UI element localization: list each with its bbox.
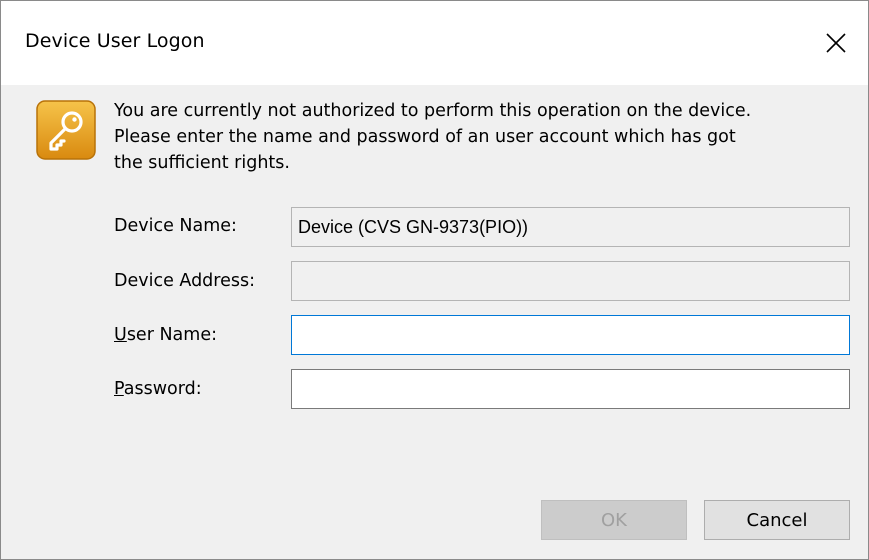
user-name-input[interactable] [291, 315, 850, 355]
device-address-field [291, 261, 850, 301]
user-name-mnemonic: U [114, 325, 127, 345]
password-mnemonic: P [114, 379, 124, 399]
device-name-field: Device (CVS GN-9373(PIO)) [291, 207, 850, 247]
close-button[interactable] [804, 11, 868, 75]
authorization-message: You are currently not authorized to perf… [114, 98, 854, 176]
message-line: the sufficient rights. [114, 153, 290, 173]
password-label-text: assword: [123, 379, 202, 399]
title-bar: Device User Logon [1, 1, 868, 85]
logon-dialog: Device User Logon You are currently not … [0, 0, 869, 560]
device-address-label: Device Address: [114, 271, 255, 291]
user-name-label-text: ser Name: [126, 325, 217, 345]
device-name-label: Device Name: [114, 216, 237, 236]
cancel-button[interactable]: Cancel [704, 500, 850, 540]
message-line: Please enter the name and password of an… [114, 127, 736, 147]
dialog-title: Device User Logon [25, 30, 205, 52]
password-label: Password: [114, 379, 202, 399]
password-input[interactable] [291, 369, 850, 409]
key-icon [36, 100, 96, 160]
close-icon [826, 33, 846, 53]
user-name-label: User Name: [114, 325, 217, 345]
ok-button[interactable]: OK [541, 500, 687, 540]
message-line: You are currently not authorized to perf… [114, 101, 752, 121]
